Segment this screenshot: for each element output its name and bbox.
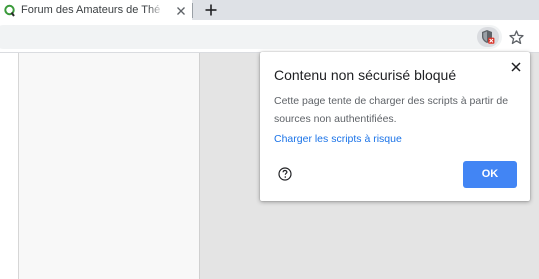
star-icon[interactable] — [509, 30, 524, 45]
tab-strip: Forum des Amateurs de Thé - Co — [0, 0, 539, 20]
help-icon[interactable] — [278, 167, 292, 181]
insecure-content-popup: Contenu non sécurisé bloqué Cette page t… — [260, 52, 530, 201]
q-logo-icon — [3, 4, 16, 17]
blocked-content-button[interactable] — [477, 27, 499, 47]
ok-button[interactable]: OK — [463, 161, 517, 188]
plus-icon[interactable] — [203, 2, 219, 18]
address-bar[interactable] — [0, 25, 502, 49]
main-panel — [19, 53, 200, 279]
tab-title-fade — [148, 2, 164, 18]
load-unsafe-scripts-link[interactable]: Charger les scripts à risque — [274, 132, 402, 146]
tab-divider — [192, 3, 193, 18]
left-panel — [0, 53, 19, 279]
close-icon[interactable] — [510, 60, 522, 72]
popup-message: Cette page tente de charger des scripts … — [274, 95, 509, 125]
close-icon[interactable] — [175, 4, 187, 16]
tab-forum[interactable]: Forum des Amateurs de Thé - Co — [0, 0, 192, 20]
toolbar — [0, 20, 539, 53]
popup-title: Contenu non sécurisé bloqué — [274, 67, 457, 83]
tab-title: Forum des Amateurs de Thé - Co — [21, 4, 163, 16]
